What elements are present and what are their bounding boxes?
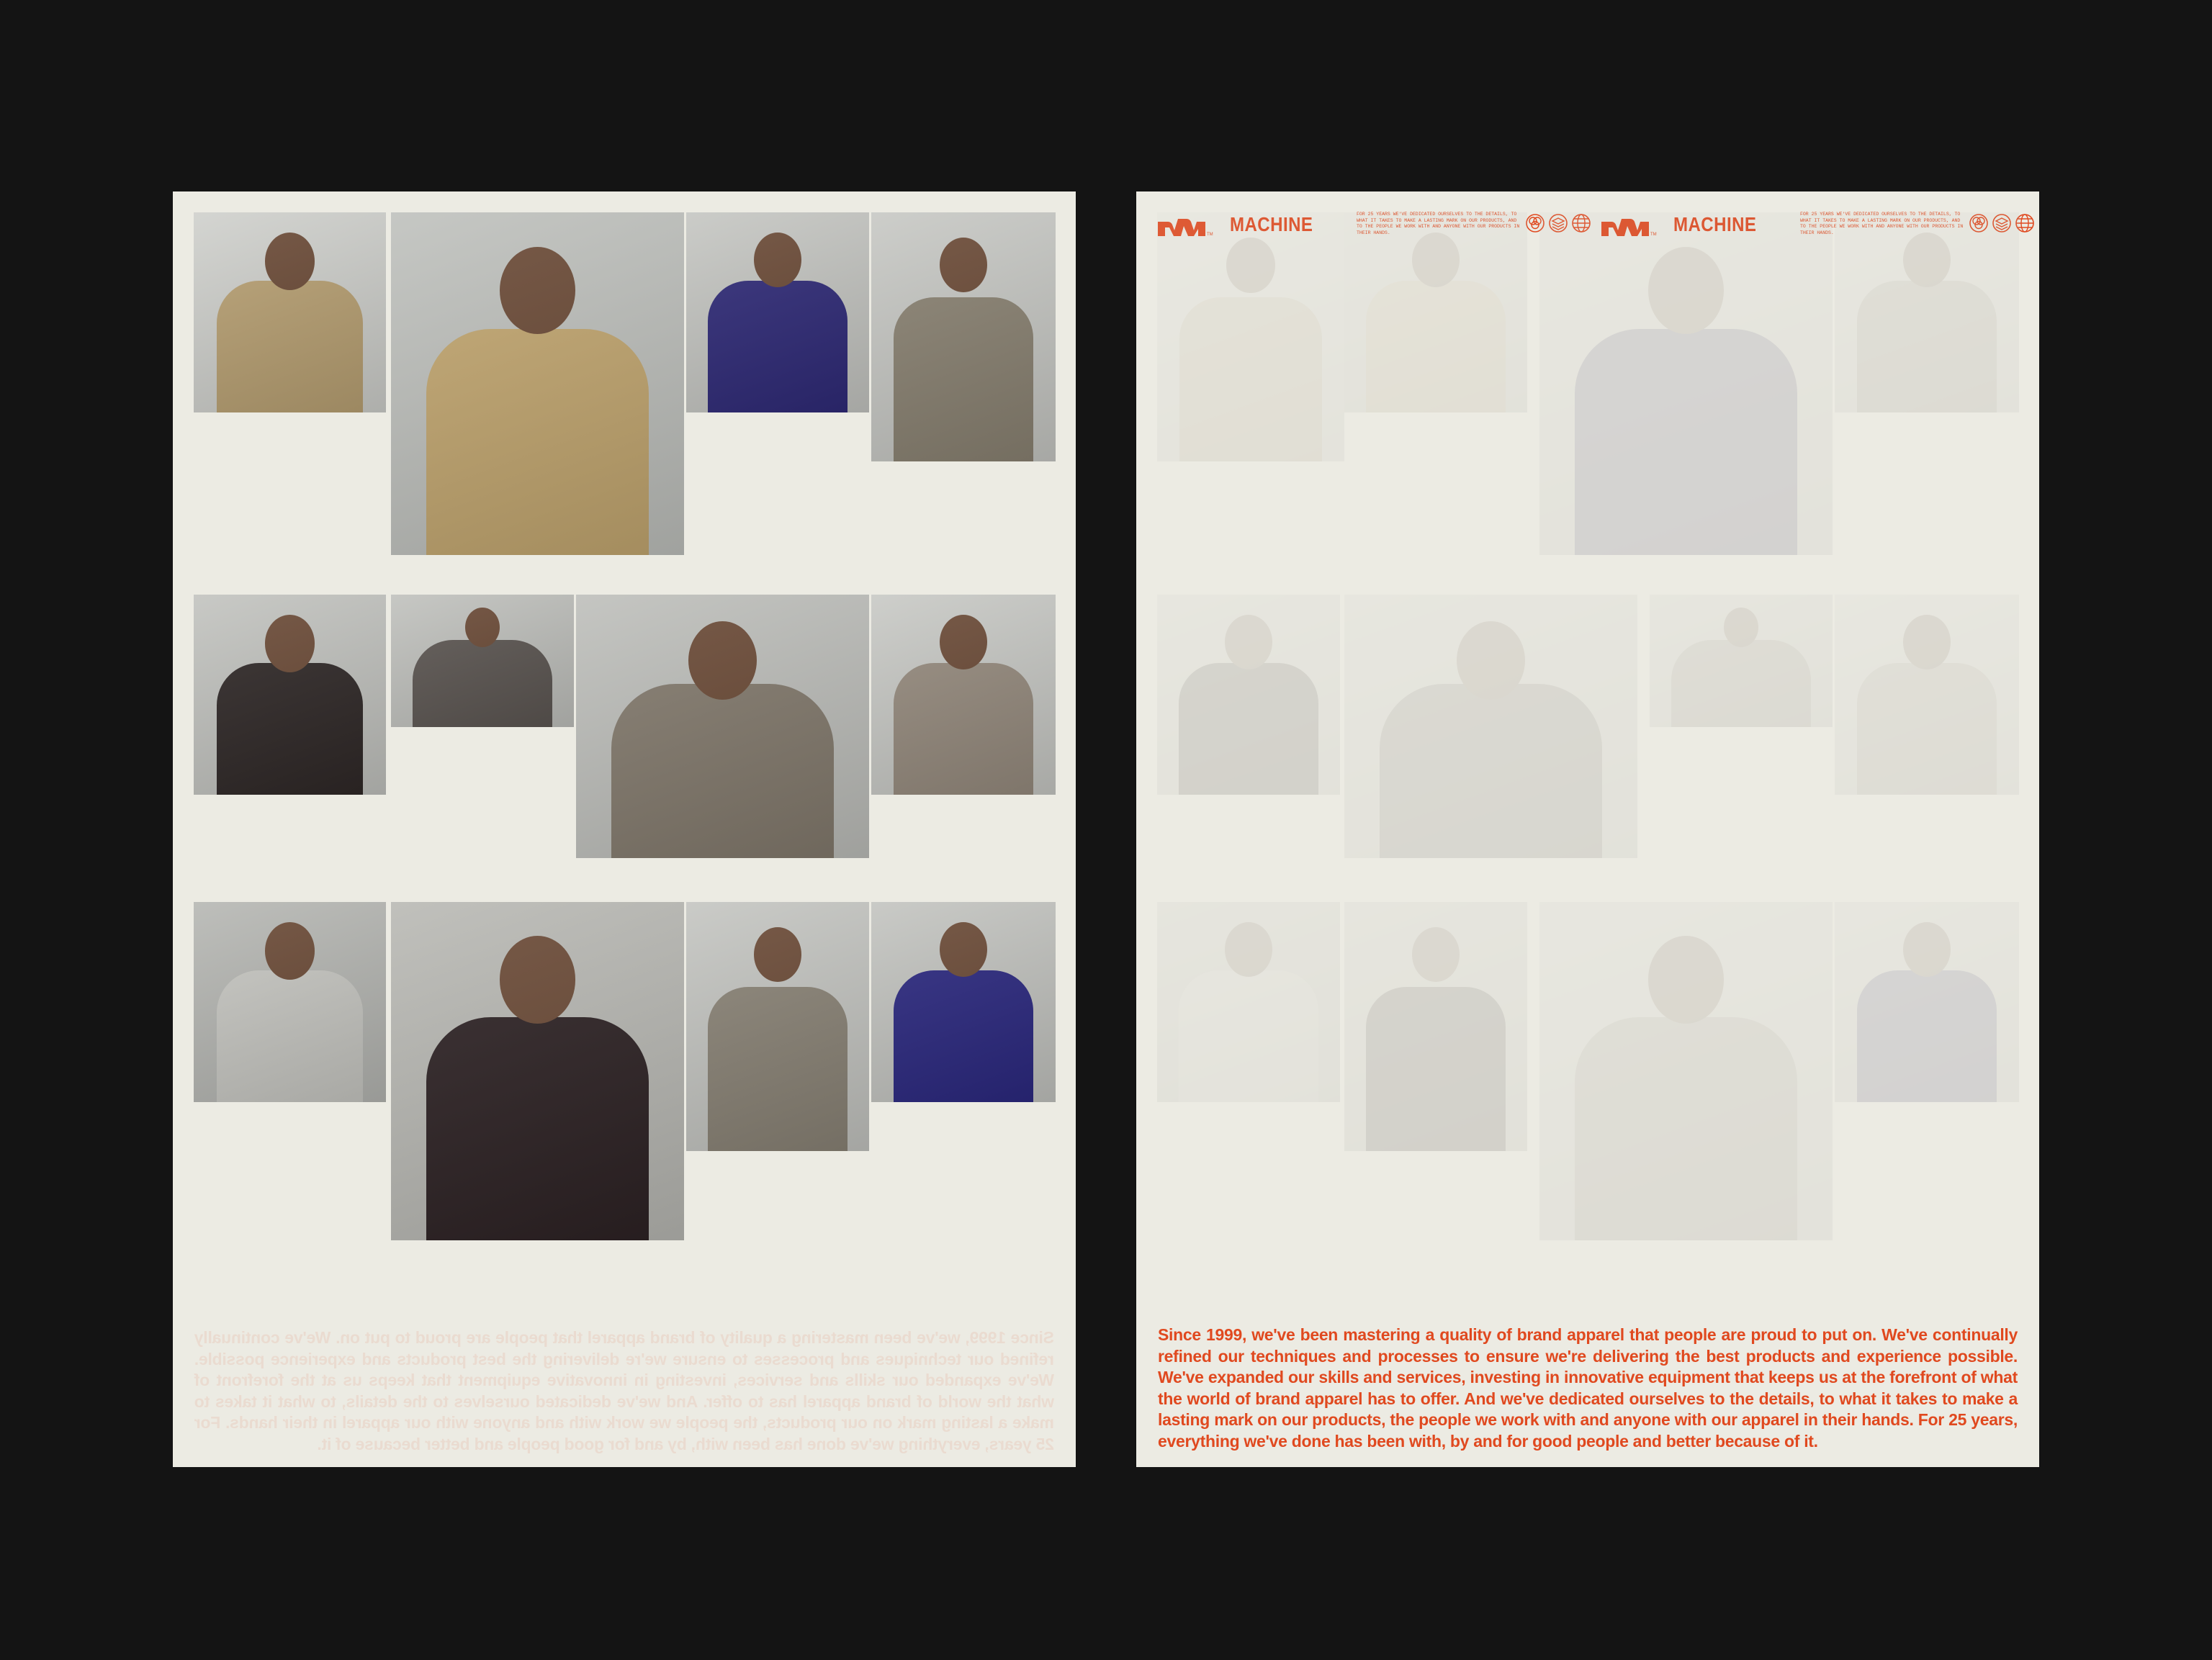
photo-taupe-hood-profile [1835, 595, 2019, 795]
photo-light-grey-hoodie [194, 902, 386, 1102]
photo-taupe-hoodie-hands-on-head [1650, 595, 1833, 727]
photo-black-hoodie-back [1157, 595, 1340, 795]
photo-tan-sweatshirt-arms-crossed [194, 212, 386, 412]
photo-taupe-crew-hands-on-hips [1539, 902, 1833, 1240]
photo-tan-sweatshirt-arms-crossed [1157, 212, 1344, 461]
photo-tan-shoulder-closeup [391, 212, 684, 555]
photo-light-grey-hoodie [1157, 902, 1340, 1102]
photo-black-hoodie-back [194, 595, 386, 795]
photo-navy-hoodie-up [686, 212, 869, 412]
bleed-through-text: Since 1999, we've been mastering a quali… [194, 1328, 1054, 1453]
photo-taupe-hood-profile [871, 595, 1056, 795]
photo-navy-crew [1835, 902, 2019, 1102]
body-copy: Since 1999, we've been mastering a quali… [1158, 1325, 2018, 1451]
poster-left: Since 1999, we've been mastering a quali… [173, 191, 1076, 1467]
photo-navy-crew [871, 902, 1056, 1102]
photo-black-hoodie-portrait [391, 902, 684, 1240]
photo-taupe-crew-hands-on-hips [686, 902, 869, 1151]
photo-grey-hoodie-back [391, 595, 574, 727]
photo-navy-hoodie-up [1539, 212, 1833, 555]
photo-taupe-hoodie-hands-on-head [576, 595, 869, 858]
photo-taupe-open-jacket [1835, 212, 2019, 412]
poster-right: TMMACHINEFOR 25 YEARS WE'VE DEDICATED OU… [1136, 191, 2039, 1467]
photo-grey-hoodie-back [1344, 595, 1637, 858]
photo-tan-shoulder-closeup [1344, 212, 1527, 412]
photo-taupe-open-jacket [871, 212, 1056, 461]
photo-black-hoodie-portrait [1344, 902, 1527, 1151]
